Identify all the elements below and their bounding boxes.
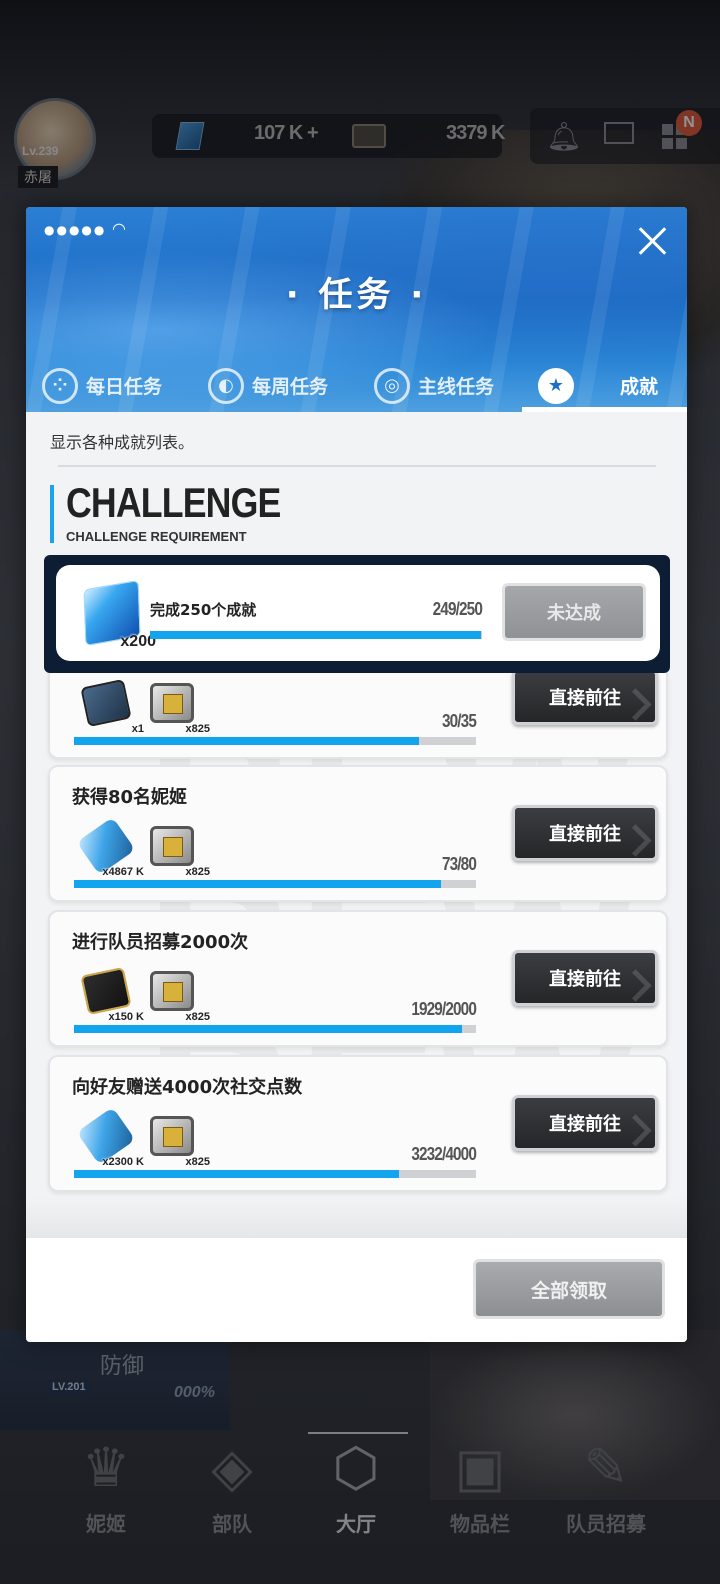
card-item-icon: [80, 678, 132, 728]
progress-bar: [150, 631, 482, 639]
mission-card: 进行队员招募2000次 x150 K x825 1929/2000 直接前往: [48, 910, 668, 1047]
progress-fill: [74, 880, 441, 888]
reward-item[interactable]: x150 K: [78, 966, 144, 1023]
tab-star[interactable]: ★ 成就: [538, 359, 658, 412]
reward-qty: x825: [185, 1011, 210, 1023]
chip-icon: [150, 683, 194, 723]
list-fade: [26, 1197, 687, 1237]
reward-item[interactable]: x825: [144, 967, 210, 1023]
chip-icon: [150, 971, 194, 1011]
mission-card: x1 x825 30/35 直接前往: [48, 665, 668, 759]
mission-title: 获得80名妮姬: [72, 787, 188, 808]
mission-card: 获得80名妮姬 x4867 K x825 73/80 直接前往: [48, 765, 668, 902]
progress-text: 249/250: [432, 599, 483, 619]
reward-qty: x825: [185, 866, 210, 878]
go-now-button[interactable]: 直接前往: [512, 1095, 658, 1151]
mission-title: 进行队员招募2000次: [72, 932, 249, 953]
progress-fill: [150, 631, 481, 639]
progress-bar: [74, 1025, 476, 1033]
tab-globe[interactable]: ◎ 主线任务: [374, 359, 494, 412]
close-icon[interactable]: [632, 221, 672, 261]
reward-item[interactable]: x825: [144, 822, 210, 878]
signal-dots: ●●●●●: [44, 223, 107, 237]
reward-qty: x150 K: [108, 1011, 144, 1023]
tab-weekly[interactable]: ◐ 每周任务: [208, 359, 328, 412]
modal-header: ●●●●● ◠ · 任务 · ⁘ 每日任务 ◐ 每周任务 ◎ 主线任务 ★ 成就: [26, 207, 687, 412]
reward-item[interactable]: x825: [144, 1112, 210, 1168]
reward-qty: x1: [131, 723, 144, 735]
reward-item[interactable]: x200: [76, 579, 156, 651]
wallet-icon: [80, 966, 132, 1016]
go-now-button[interactable]: 直接前往: [512, 669, 658, 725]
tab-label: 主线任务: [418, 376, 495, 398]
active-tab-underline: [522, 407, 687, 412]
reward-qty: x825: [185, 1156, 210, 1168]
star-icon: ★: [538, 367, 574, 404]
tab-label: 每日任务: [86, 376, 163, 398]
reward-item[interactable]: x4867 K: [76, 816, 144, 878]
globe-icon: ◎: [374, 367, 410, 404]
daily-icon: ⁘: [42, 367, 78, 404]
mission-card: 向好友赠送4000次社交点数 x2300 K x825 3232/4000 直接前往: [48, 1055, 668, 1192]
progress-fill: [74, 1025, 462, 1033]
progress-bar: [74, 880, 476, 888]
weekly-icon: ◐: [208, 367, 244, 404]
reward-item[interactable]: x2300 K: [76, 1106, 144, 1168]
reward-qty: x4867 K: [102, 866, 144, 878]
reward-qty: x2300 K: [102, 1156, 144, 1168]
section-title: CHALLENGE: [66, 479, 281, 526]
mission-title: 向好友赠送4000次社交点数: [72, 1077, 303, 1098]
tab-description: 显示各种成就列表。: [50, 433, 195, 452]
reward-qty: x825: [185, 723, 210, 735]
reward-item[interactable]: x1: [78, 678, 144, 735]
progress-text: 30/35: [441, 711, 477, 731]
chip-icon: [150, 826, 194, 866]
divider: [58, 465, 656, 467]
go-now-button[interactable]: 直接前往: [512, 805, 658, 861]
tab-label: 每周任务: [252, 376, 329, 398]
modal-title: · 任务 ·: [285, 275, 428, 315]
progress-text: 1929/2000: [411, 999, 477, 1019]
progress-fill: [74, 737, 419, 745]
tab-label: 成就: [620, 376, 659, 398]
chip-icon: [150, 1116, 194, 1156]
progress-text: 73/80: [441, 854, 477, 874]
progress-fill: [74, 1170, 399, 1178]
progress-bar: [74, 737, 476, 745]
go-now-button[interactable]: 直接前往: [512, 950, 658, 1006]
reward-item[interactable]: x825: [144, 679, 210, 735]
mission-title: 完成250个成就: [150, 601, 257, 619]
mission-tabs: ⁘ 每日任务 ◐ 每周任务 ◎ 主线任务 ★ 成就: [26, 359, 687, 412]
section-subtitle: CHALLENGE REQUIREMENT: [66, 529, 247, 544]
claim-all-button[interactable]: 全部领取: [473, 1259, 665, 1319]
section-accent-bar: [50, 485, 54, 543]
missions-modal: ●●●●● ◠ · 任务 · ⁘ 每日任务 ◐ 每周任务 ◎ 主线任务 ★ 成就 显示各种成就…: [26, 207, 687, 1342]
not-achieved-button[interactable]: 未达成: [502, 583, 646, 641]
wifi-icon: ◠: [112, 219, 126, 238]
tab-daily[interactable]: ⁘ 每日任务: [42, 359, 162, 412]
progress-text: 3232/4000: [411, 1144, 477, 1164]
progress-bar: [74, 1170, 476, 1178]
